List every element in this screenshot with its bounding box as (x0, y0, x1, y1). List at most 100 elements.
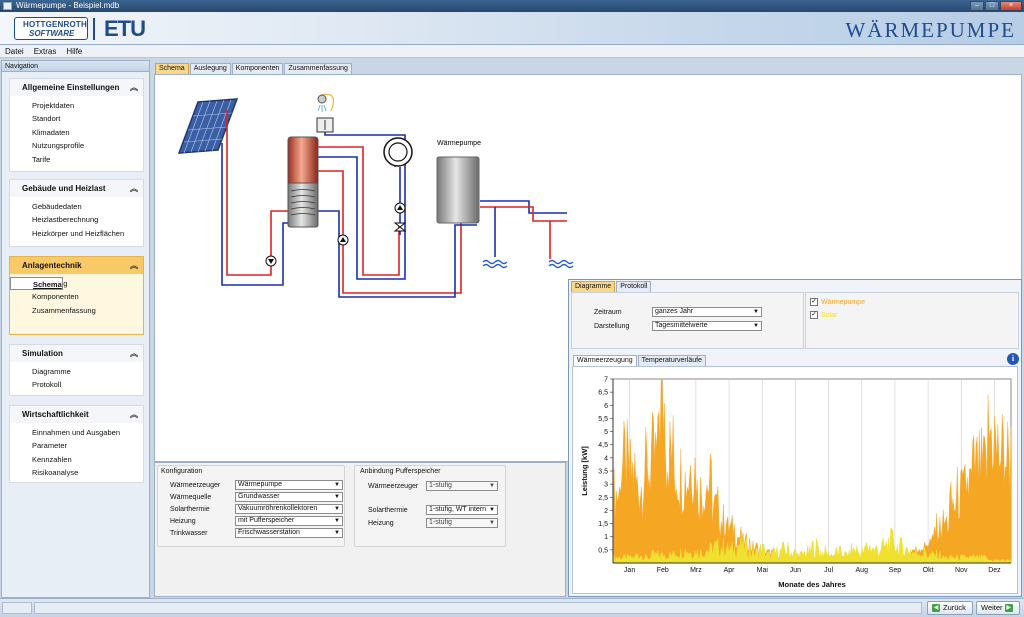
nav-item-heizlastberechnung[interactable]: Heizlastberechnung (10, 213, 143, 226)
menu-extras[interactable]: Extras (34, 45, 57, 57)
dropdown-arrow-icon: ▼ (334, 506, 340, 512)
chevron-up-icon[interactable]: ︽ (130, 257, 138, 274)
buffer-solarthermie-select[interactable]: 1-stufig, WT intern ▼ (426, 505, 498, 515)
navigation-panel: Navigation Allgemeine Einstellungen ︽ Pro… (1, 60, 150, 598)
minimize-icon[interactable]: – (970, 1, 984, 11)
y-tick-label: 4 (604, 455, 608, 462)
x-axis-label: Monate des Jahres (778, 580, 846, 589)
status-segment (2, 602, 32, 614)
close-icon[interactable]: × (1000, 1, 1022, 11)
nav-group-header[interactable]: Wirtschaftlichkeit ︽ (10, 406, 143, 423)
config-label: Solarthermie (170, 506, 210, 513)
config-label: Wärmequelle (170, 494, 212, 501)
konfiguration-group: Konfiguration Wärmeerzeuger Wärmepumpe ▼ … (157, 465, 345, 547)
buffer-label: Solarthermie (368, 507, 408, 514)
menu-hilfe[interactable]: Hilfe (66, 45, 82, 57)
status-bar: ◀ Zurück Weiter ▶ (0, 598, 1024, 617)
heating-circuit-icon (383, 137, 413, 167)
x-tick-label: Mrz (690, 567, 702, 574)
nav-item-standort[interactable]: Standort (10, 112, 143, 125)
tab-waermeerzeugung[interactable]: Wärmeerzeugung (573, 355, 637, 366)
nav-item-risikoanalyse[interactable]: Risikoanalyse (10, 466, 143, 479)
chevron-up-icon[interactable]: ︽ (130, 345, 138, 362)
trinkwasser-select[interactable]: Frischwasserstation ▼ (235, 528, 343, 538)
legend-label-waermepumpe: Wärmepumpe (821, 299, 865, 306)
nav-item-kennzahlen[interactable]: Kennzahlen (10, 453, 143, 466)
x-tick-label: Dez (988, 567, 1001, 574)
nav-item-klimadaten[interactable]: Klimadaten (10, 126, 143, 139)
tab-schema[interactable]: Schema (155, 63, 189, 74)
checkbox-solar[interactable]: ✓ (810, 311, 818, 319)
tab-auslegung[interactable]: Auslegung (189, 63, 231, 74)
nav-item-tarife[interactable]: Tarife (10, 153, 143, 166)
nav-item-protokoll[interactable]: Protokoll (10, 378, 143, 391)
pump-icon (265, 202, 406, 267)
power-chart: Jan Feb Mrz Apr Mai Jun Jul Aug Sep Okt Nov Dez 0,5 1… (580, 377, 1012, 589)
nav-group-header[interactable]: Allgemeine Einstellungen ︽ (10, 79, 143, 96)
x-tick-label: Nov (955, 567, 968, 574)
buffer-label: Heizung (368, 520, 394, 527)
nav-item-einnahmen-und-ausgaben[interactable]: Einnahmen und Ausgaben (10, 426, 143, 439)
nav-item-parameter[interactable]: Parameter (10, 439, 143, 452)
legend-label-solar: Solar (821, 312, 838, 319)
nav-group-header[interactable]: Simulation ︽ (10, 345, 143, 362)
darstellung-select[interactable]: Tagesmittelwerte ▼ (652, 321, 762, 331)
chevron-up-icon[interactable]: ︽ (130, 406, 138, 423)
y-tick-label: 7 (604, 377, 608, 384)
app-banner: HOTTGENROTH SOFTWARE ETU WÄRMEPUMPE (0, 12, 1024, 45)
y-tick-label: 1 (604, 534, 608, 541)
nav-item-schema[interactable]: Schema (10, 277, 63, 291)
menu-bar: Datei Extras Hilfe (0, 45, 1024, 58)
nav-group-allgemeine-einstellungen: Allgemeine Einstellungen ︽ Projektdaten S… (9, 78, 144, 172)
chart-area: Jan Feb Mrz Apr Mai Jun Jul Aug Sep Okt Nov Dez 0,5 1… (572, 366, 1018, 594)
buffer-waermeerzeuger-select[interactable]: 1-stufig ▼ (426, 481, 498, 491)
chevron-up-icon[interactable]: ︽ (130, 79, 138, 96)
buffer-label: Wärmeerzeuger (368, 483, 419, 490)
valve-icon (393, 222, 407, 232)
back-button[interactable]: ◀ Zurück (927, 601, 973, 615)
config-label: Trinkwasser (170, 530, 208, 537)
nav-item-diagramme[interactable]: Diagramme (10, 365, 143, 378)
nav-item-komponenten[interactable]: Komponenten (10, 290, 143, 303)
tab-temperaturverlaeufe[interactable]: Temperaturverläufe (637, 355, 706, 366)
heatpump-label: Wärmepumpe (437, 140, 481, 147)
menu-datei[interactable]: Datei (5, 45, 24, 57)
x-tick-label: Okt (923, 567, 934, 574)
konfiguration-title: Konfiguration (161, 468, 203, 475)
pufferspeicher-title: Anbindung Pufferspeicher (360, 468, 441, 475)
buffer-heizung-select[interactable]: 1-stufig ▼ (426, 518, 498, 528)
tab-komponenten[interactable]: Komponenten (231, 63, 284, 74)
x-tick-label: Jul (824, 567, 833, 574)
next-button[interactable]: Weiter ▶ (976, 601, 1020, 615)
tab-protokoll[interactable]: Protokoll (616, 281, 652, 292)
solarthermie-select[interactable]: Vakuumröhrenkollektoren ▼ (235, 504, 343, 514)
info-icon[interactable]: i (1007, 353, 1019, 365)
tab-zusammenfassung[interactable]: Zusammenfassung (284, 63, 352, 74)
checkbox-waermepumpe[interactable]: ✓ (810, 298, 818, 306)
y-tick-label: 4,5 (598, 442, 608, 449)
maximize-icon[interactable]: □ (985, 1, 999, 11)
nav-group-header[interactable]: Anlagentechnik ︽ (10, 257, 143, 274)
chevron-up-icon[interactable]: ︽ (130, 180, 138, 197)
nav-item-projektdaten[interactable]: Projektdaten (10, 99, 143, 112)
app-icon (3, 2, 12, 10)
waermequelle-select[interactable]: Grundwasser ▼ (235, 492, 343, 502)
nav-item-heizkoerper[interactable]: Heizkörper und Heizflächen (10, 227, 143, 240)
heizung-select[interactable]: mit Pufferspeicher ▼ (235, 516, 343, 526)
nav-group-header[interactable]: Gebäude und Heizlast ︽ (10, 180, 143, 197)
arrow-right-icon: ▶ (1004, 604, 1013, 613)
waermeerzeuger-select[interactable]: Wärmepumpe ▼ (235, 480, 343, 490)
shower-icon (316, 93, 335, 133)
nav-item-zusammenfassung[interactable]: Zusammenfassung (10, 304, 143, 317)
tab-diagramme[interactable]: Diagramme (571, 281, 616, 292)
nav-item-gebaeudedaten[interactable]: Gebäudedaten (10, 200, 143, 213)
x-tick-label: Feb (657, 567, 669, 574)
dropdown-arrow-icon: ▼ (334, 530, 340, 536)
zeitraum-select[interactable]: ganzes Jahr ▼ (652, 307, 762, 317)
y-tick-label: 6 (604, 403, 608, 410)
dropdown-arrow-icon: ▼ (489, 507, 495, 513)
nav-item-nutzungsprofile[interactable]: Nutzungsprofile (10, 139, 143, 152)
y-tick-label: 5 (604, 429, 608, 436)
y-tick-label: 2 (604, 508, 608, 515)
configuration-area: Konfiguration Wärmeerzeuger Wärmepumpe ▼ … (154, 462, 566, 597)
